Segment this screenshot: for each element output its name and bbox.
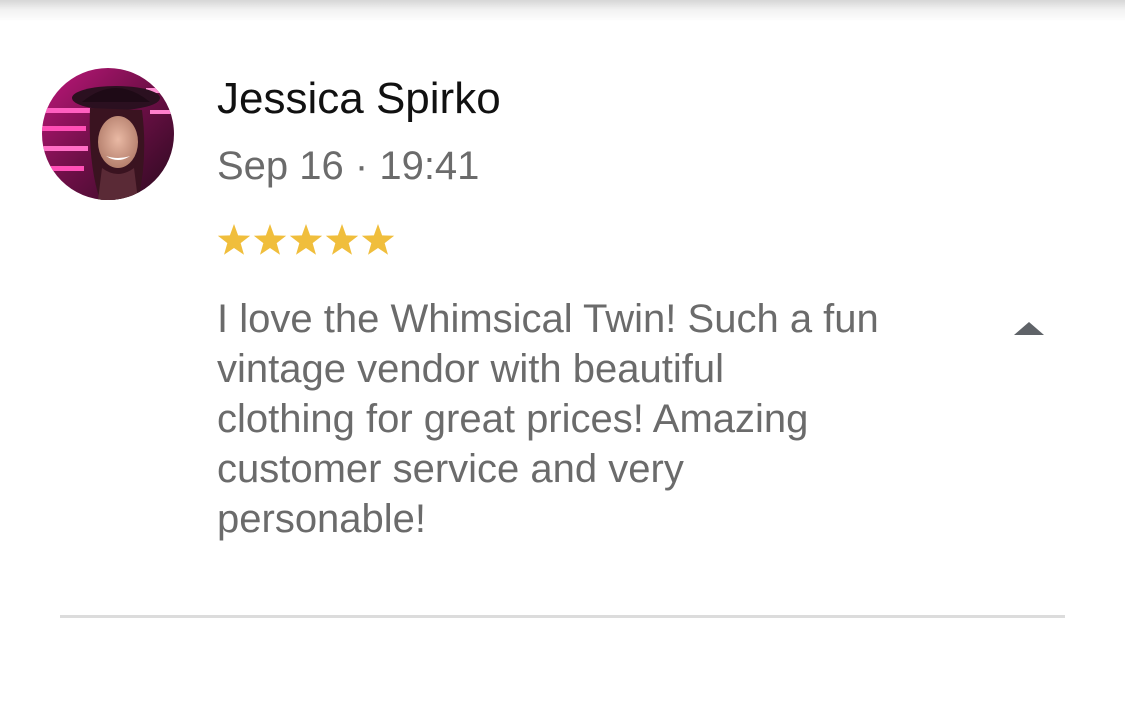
- reviewer-name[interactable]: Jessica Spirko: [217, 72, 501, 126]
- review-card: Jessica Spirko Sep 16 · 19:41 I love the…: [0, 0, 1125, 620]
- review-text: I love the Whimsical Twin! Such a fun vi…: [217, 297, 879, 541]
- collapse-button[interactable]: [1006, 310, 1052, 346]
- star-icon: [289, 224, 323, 255]
- caret-up-icon: [1014, 322, 1044, 335]
- reviewer-avatar[interactable]: [42, 68, 174, 200]
- star-rating: [216, 218, 396, 262]
- avatar-photo: [42, 68, 174, 200]
- star-icon: [253, 224, 287, 255]
- review-date: Sep 16 · 19:41: [217, 144, 480, 188]
- star-icon: [217, 224, 251, 255]
- star-icon: [325, 224, 359, 255]
- divider: [60, 615, 1065, 618]
- review-page: Jessica Spirko Sep 16 · 19:41 I love the…: [0, 0, 1125, 704]
- star-icon: [361, 224, 395, 255]
